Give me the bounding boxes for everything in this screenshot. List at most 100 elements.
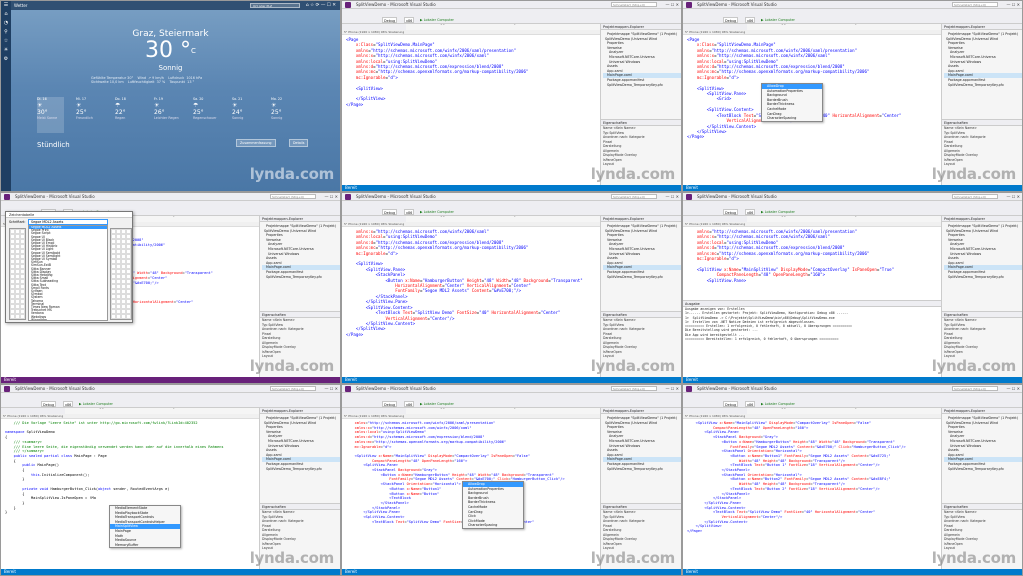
platform-dropdown[interactable]: x86 [745, 401, 756, 407]
code-editor[interactable]: 5" Phone (1920 x 1080) 96% Skalierung <S… [683, 414, 941, 569]
forecast-day[interactable]: Mo. 22 ☀ 25° Sonnig [271, 97, 298, 133]
window-controls-icon[interactable]: — ☐ ✕ [1007, 193, 1020, 201]
code-editor-text[interactable]: /// Die Vorlage "Leere Seite" ist unter … [1, 419, 259, 515]
tree-item[interactable]: SplitViewDemo_TemporaryKey.pfx [944, 467, 1022, 472]
run-button[interactable]: ▶ Lokaler Computer [420, 209, 454, 215]
tree-item[interactable]: SplitViewDemo_TemporaryKey.pfx [262, 467, 340, 472]
status-bar: Bereit [342, 184, 681, 191]
platform-dropdown[interactable]: x86 [404, 209, 415, 215]
config-dropdown[interactable]: Debug [723, 401, 739, 407]
config-dropdown[interactable]: Debug [382, 209, 398, 215]
quick-launch-input[interactable]: Schnellstart (Strg+Q) [270, 386, 316, 391]
tree-item[interactable]: Projektmappe "SplitViewDemo" (1 Projekt) [944, 416, 1022, 421]
window-controls-icon[interactable]: — ☐ ✕ [666, 385, 679, 393]
code-editor-text[interactable]: xmlns="http://schemas.microsoft.com/winf… [683, 227, 941, 283]
tree-item[interactable]: Projektmappe "SplitViewDemo" (1 Projekt) [944, 224, 1022, 229]
details-button[interactable]: Details [289, 139, 309, 147]
platform-dropdown[interactable]: x86 [404, 401, 415, 407]
intellisense-item[interactable]: MemoryBuffer [110, 543, 180, 548]
code-line: </Page> [346, 331, 364, 337]
code-editor-text[interactable]: <Page x:Class="SplitViewDemo.MainPage" x… [342, 35, 600, 107]
summary-button[interactable]: Zusammenfassung [236, 139, 276, 147]
tree-item[interactable]: SplitViewDemo_TemporaryKey.pfx [262, 275, 340, 280]
window-controls-icon[interactable]: — ☐ ✕ [325, 193, 338, 201]
config-dropdown[interactable]: Debug [723, 17, 739, 23]
tree-item[interactable]: SplitViewDemo_TemporaryKey.pfx [944, 275, 1022, 280]
forecast-day[interactable]: Do. 18 ☂ 22° Regen [115, 97, 142, 133]
home-icon[interactable]: ⌂ [1, 10, 11, 19]
menu-icon[interactable]: ☰ [1, 1, 11, 10]
config-dropdown[interactable]: Debug [382, 401, 398, 407]
intellisense-popup[interactable]: MediaElementState MediaPlaybackState Media… [109, 505, 181, 549]
tree-item[interactable]: Projektmappe "SplitViewDemo" (1 Projekt) [603, 416, 681, 421]
config-dropdown[interactable]: Debug [382, 17, 398, 23]
run-button[interactable]: ▶ Lokaler Computer [761, 17, 795, 23]
forecast-day[interactable]: Di. 16 ☀ 30° Meist Sonne [37, 97, 64, 133]
temperature-unit: C [191, 47, 196, 55]
code-editor-text[interactable]: <SplitView x:Name="MainSplitView" Displa… [683, 419, 941, 534]
glyph-cell[interactable] [20, 314, 25, 319]
forecast-day[interactable]: Sa. 20 ☂ 25° Regenschauer [193, 97, 220, 133]
tree-item[interactable]: Projektmappe "SplitViewDemo" (1 Projekt) [944, 32, 1022, 37]
run-button[interactable]: ▶ Lokaler Computer [420, 17, 454, 23]
tree-item[interactable]: SplitViewDemo_TemporaryKey.pfx [603, 275, 681, 280]
intellisense-item[interactable]: CharacterSpacing [762, 116, 822, 121]
tree-item[interactable]: Projektmappe "SplitViewDemo" (1 Projekt) [603, 32, 681, 37]
font-list-item[interactable]: Wingdings [29, 318, 107, 320]
platform-dropdown[interactable]: x86 [745, 17, 756, 23]
window-controls-icon[interactable]: — ☐ ✕ [325, 385, 338, 393]
run-target-label: Lokaler Computer [423, 402, 454, 406]
tree-item[interactable]: SplitViewDemo_TemporaryKey.pfx [603, 83, 681, 88]
intellisense-popup[interactable]: AllowDrop AutomationProperties Background B… [761, 83, 823, 122]
window-controls-icon[interactable]: — ☐ ✕ [666, 1, 679, 9]
run-target-label: Lokaler Computer [423, 210, 454, 214]
maps-icon[interactable]: ◔ [1, 19, 11, 28]
tree-item[interactable]: Projektmappe "SplitViewDemo" (1 Projekt) [262, 224, 340, 229]
code-editor[interactable]: 5" Phone (1920 x 1080) 96% Skalierung xm… [342, 222, 600, 377]
quick-launch-input[interactable]: Schnellstart (Strg+Q) [611, 194, 657, 199]
solution-tree: Projektmappe "SplitViewDemo" (1 Projekt)… [942, 414, 1022, 472]
location-search-input[interactable]: Ort oder PLZ [250, 3, 300, 8]
forecast-day[interactable]: So. 21 ☀ 24° Sonnig [232, 97, 259, 133]
run-target-label: Lokaler Computer [764, 210, 795, 214]
lynda-watermark: lynda.com [249, 549, 335, 567]
forecast-day[interactable]: Fr. 19 ☀ 26° Leichter Regen [154, 97, 181, 133]
character-grid-right[interactable] [110, 228, 132, 320]
quick-launch-input[interactable]: Schnellstart (Strg+Q) [611, 2, 657, 7]
quick-launch-input[interactable]: Schnellstart (Strg+Q) [952, 2, 998, 7]
glyph-cell[interactable] [126, 314, 131, 319]
intellisense-popup[interactable]: AllowDrop AutomationProperties Background B… [462, 481, 524, 529]
run-button[interactable]: ▶ Lokaler Computer [761, 401, 795, 407]
platform-dropdown[interactable]: x86 [745, 209, 756, 215]
character-grid[interactable] [9, 228, 26, 320]
code-editor[interactable]: 5" Phone (1920 x 1080) 96% Skalierung xm… [683, 222, 941, 300]
video-frame-2: Bereit SplitViewDemo - Microsoft Visual S… [341, 0, 682, 192]
font-list[interactable]: Segoe MDL2 Assets Segoe Print Segoe Script… [28, 225, 108, 321]
intellisense-item[interactable]: CharacterSpacing [463, 523, 523, 528]
window-controls-icon[interactable]: — ☐ ✕ [666, 193, 679, 201]
visual-studio-icon [345, 194, 351, 200]
platform-dropdown[interactable]: x86 [404, 17, 415, 23]
quick-launch-input[interactable]: Schnellstart (Strg+Q) [952, 194, 998, 199]
run-button[interactable]: ▶ Lokaler Computer [79, 401, 113, 407]
config-dropdown[interactable]: Debug [723, 209, 739, 215]
run-button[interactable]: ▶ Lokaler Computer [420, 401, 454, 407]
status-bar: Bereit [683, 184, 1022, 191]
run-button[interactable]: ▶ Lokaler Computer [761, 209, 795, 215]
forecast-label: Leichter Regen [154, 116, 179, 120]
tree-item[interactable]: Projektmappe "SplitViewDemo" (1 Projekt) [603, 224, 681, 229]
code-editor-text[interactable]: xmlns:x="http://schemas.microsoft.com/wi… [342, 227, 600, 337]
tree-item[interactable]: SplitViewDemo_TemporaryKey.pfx [603, 467, 681, 472]
forecast-day[interactable]: Mi. 17 ☀ 25° Freundlich [76, 97, 103, 133]
quick-launch-input[interactable]: Schnellstart (Strg+Q) [270, 194, 316, 199]
config-dropdown[interactable]: Debug [41, 401, 57, 407]
window-controls-icon[interactable]: — ☐ ✕ [1007, 1, 1020, 9]
tree-item[interactable]: SplitViewDemo_TemporaryKey.pfx [944, 83, 1022, 88]
window-controls-icon[interactable]: — ☐ ✕ [1007, 385, 1020, 393]
tree-item[interactable]: Projektmappe "SplitViewDemo" (1 Projekt) [262, 416, 340, 421]
platform-dropdown[interactable]: x86 [63, 401, 74, 407]
code-editor[interactable]: 5" Phone (1920 x 1080) 96% Skalierung <Pa… [342, 30, 600, 185]
quick-launch-input[interactable]: Schnellstart (Strg+Q) [611, 386, 657, 391]
lynda-watermark: lynda.com [931, 549, 1017, 567]
quick-launch-input[interactable]: Schnellstart (Strg+Q) [952, 386, 998, 391]
